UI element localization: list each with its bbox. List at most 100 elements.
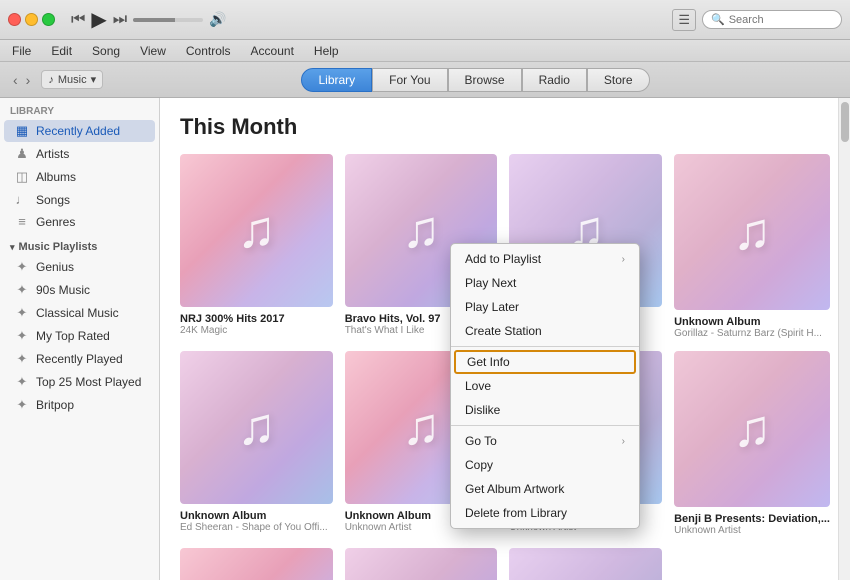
submenu-arrow-icon: ›	[622, 436, 625, 447]
album-card[interactable]: ♫ Unknown Album Gorillaz - Saturnz Barz …	[674, 154, 830, 339]
ctx-get-album-artwork[interactable]: Get Album Artwork	[451, 477, 639, 501]
album-art: ♫	[509, 548, 662, 580]
search-input[interactable]	[729, 14, 833, 26]
album-card[interactable]: ♫ Unknown Album Ed Sheeran - Shape of Yo…	[180, 351, 333, 536]
prev-button[interactable]: ⏮	[71, 11, 85, 29]
sidebar-item-genres[interactable]: ≡ Genres	[4, 211, 155, 232]
ctx-get-info[interactable]: Get Info	[454, 350, 636, 374]
sidebar-item-britpop[interactable]: ✦ Britpop	[4, 394, 155, 416]
sidebar-item-classical[interactable]: ✦ Classical Music	[4, 302, 155, 324]
sidebar-item-top-25[interactable]: ✦ Top 25 Most Played	[4, 371, 155, 393]
album-art: ♫	[345, 548, 498, 580]
sidebar-item-label: Top 25 Most Played	[36, 375, 141, 389]
title-bar: ⏮ ▶ ⏭ 🔊 ☰ 🔍	[0, 0, 850, 40]
search-icon: 🔍	[711, 13, 725, 26]
menu-account[interactable]: Account	[247, 42, 298, 60]
tab-browse[interactable]: Browse	[448, 68, 522, 92]
albums-icon: ◫	[14, 169, 30, 185]
album-card[interactable]: ♫ Unknown Album	[509, 548, 662, 580]
artists-icon: ♟	[14, 146, 30, 162]
sidebar-item-label: Genius	[36, 260, 74, 274]
sidebar-item-artists[interactable]: ♟ Artists	[4, 143, 155, 165]
album-art: ♫	[180, 154, 333, 307]
maximize-button[interactable]	[42, 13, 55, 26]
sidebar-item-albums[interactable]: ◫ Albums	[4, 166, 155, 188]
genres-icon: ≡	[14, 214, 30, 229]
playlists-label: Music Playlists	[19, 241, 98, 253]
forward-button[interactable]: ›	[23, 70, 34, 90]
album-subtitle: Gorillaz - Saturnz Barz (Spirit H...	[674, 328, 830, 339]
tab-for-you[interactable]: For You	[372, 68, 447, 92]
ctx-label: Play Next	[465, 276, 516, 290]
menu-bar: File Edit Song View Controls Account Hel…	[0, 40, 850, 62]
minimize-button[interactable]	[25, 13, 38, 26]
nav-bar: ‹ › ♪ Music ▾ Library For You Browse Rad…	[0, 62, 850, 98]
ctx-create-station[interactable]: Create Station	[451, 319, 639, 343]
submenu-arrow-icon: ›	[622, 254, 625, 265]
sidebar-item-top-rated[interactable]: ✦ My Top Rated	[4, 325, 155, 347]
sidebar-item-songs[interactable]: ♩ Songs	[4, 189, 155, 210]
ctx-label: Love	[465, 379, 491, 393]
music-selector-icon: ♪	[48, 74, 54, 86]
menu-help[interactable]: Help	[310, 42, 343, 60]
album-card[interactable]: ♫ Unknown Album	[180, 548, 333, 580]
ctx-play-later[interactable]: Play Later	[451, 295, 639, 319]
music-note-icon: ♫	[402, 200, 441, 260]
music-note-icon: ♫	[237, 397, 276, 457]
album-title: Benji B Presents: Deviation,...	[674, 513, 830, 525]
sidebar-item-label: Britpop	[36, 398, 74, 412]
music-note-icon: ♫	[402, 397, 441, 457]
next-button[interactable]: ⏭	[113, 11, 127, 29]
menu-file[interactable]: File	[8, 42, 35, 60]
sidebar-item-90s-music[interactable]: ✦ 90s Music	[4, 279, 155, 301]
ctx-label: Go To	[465, 434, 497, 448]
ctx-copy[interactable]: Copy	[451, 453, 639, 477]
classical-icon: ✦	[14, 305, 30, 321]
recently-played-icon: ✦	[14, 351, 30, 367]
menu-controls[interactable]: Controls	[182, 42, 235, 60]
playlist-section: ▾ Music Playlists ✦ Genius ✦ 90s Music ✦…	[0, 233, 159, 416]
scrollbar-thumb[interactable]	[841, 102, 849, 142]
ctx-play-next[interactable]: Play Next	[451, 271, 639, 295]
sidebar-item-genius[interactable]: ✦ Genius	[4, 256, 155, 278]
recently-added-icon: ▦	[14, 123, 30, 139]
ctx-label: Get Info	[467, 355, 510, 369]
play-button[interactable]: ▶	[91, 7, 106, 32]
music-note-icon: ♫	[237, 200, 276, 260]
sidebar-item-recently-added[interactable]: ▦ Recently Added	[4, 120, 155, 142]
tab-group: Library For You Browse Radio Store	[111, 68, 840, 92]
main-layout: Library ▦ Recently Added ♟ Artists ◫ Alb…	[0, 98, 850, 580]
ctx-add-to-playlist[interactable]: Add to Playlist ›	[451, 247, 639, 271]
album-art: ♫	[674, 351, 830, 507]
sidebar-item-label: Classical Music	[36, 306, 119, 320]
back-button[interactable]: ‹	[10, 70, 21, 90]
close-button[interactable]	[8, 13, 21, 26]
album-card[interactable]: ♫ Benji B Presents: Deviation,... Unknow…	[674, 351, 830, 536]
search-box: 🔍	[702, 10, 842, 29]
top-right-controls: ☰ 🔍	[672, 9, 842, 31]
chevron-icon: ▾	[10, 242, 15, 253]
playlists-header[interactable]: ▾ Music Playlists	[0, 237, 159, 255]
ctx-label: Copy	[465, 458, 493, 472]
ctx-go-to[interactable]: Go To ›	[451, 429, 639, 453]
tab-radio[interactable]: Radio	[522, 68, 587, 92]
ctx-dislike[interactable]: Dislike	[451, 398, 639, 422]
volume-slider[interactable]	[133, 18, 203, 22]
music-note-icon: ♫	[733, 399, 772, 459]
music-selector[interactable]: ♪ Music ▾	[41, 70, 103, 89]
scrollbar[interactable]	[838, 98, 850, 580]
menu-edit[interactable]: Edit	[47, 42, 76, 60]
album-card[interactable]: ♫ NRJ 300% Hits 2017 24K Magic	[180, 154, 333, 339]
ctx-label: Play Later	[465, 300, 519, 314]
ctx-delete-from-library[interactable]: Delete from Library	[451, 501, 639, 525]
menu-icon-button[interactable]: ☰	[672, 9, 696, 31]
music-selector-label: Music	[58, 74, 87, 86]
tab-store[interactable]: Store	[587, 68, 650, 92]
tab-library[interactable]: Library	[301, 68, 372, 92]
menu-view[interactable]: View	[136, 42, 170, 60]
sidebar: Library ▦ Recently Added ♟ Artists ◫ Alb…	[0, 98, 160, 580]
album-card[interactable]: ♫ Unknown Album	[345, 548, 498, 580]
menu-song[interactable]: Song	[88, 42, 124, 60]
ctx-love[interactable]: Love	[451, 374, 639, 398]
sidebar-item-recently-played[interactable]: ✦ Recently Played	[4, 348, 155, 370]
